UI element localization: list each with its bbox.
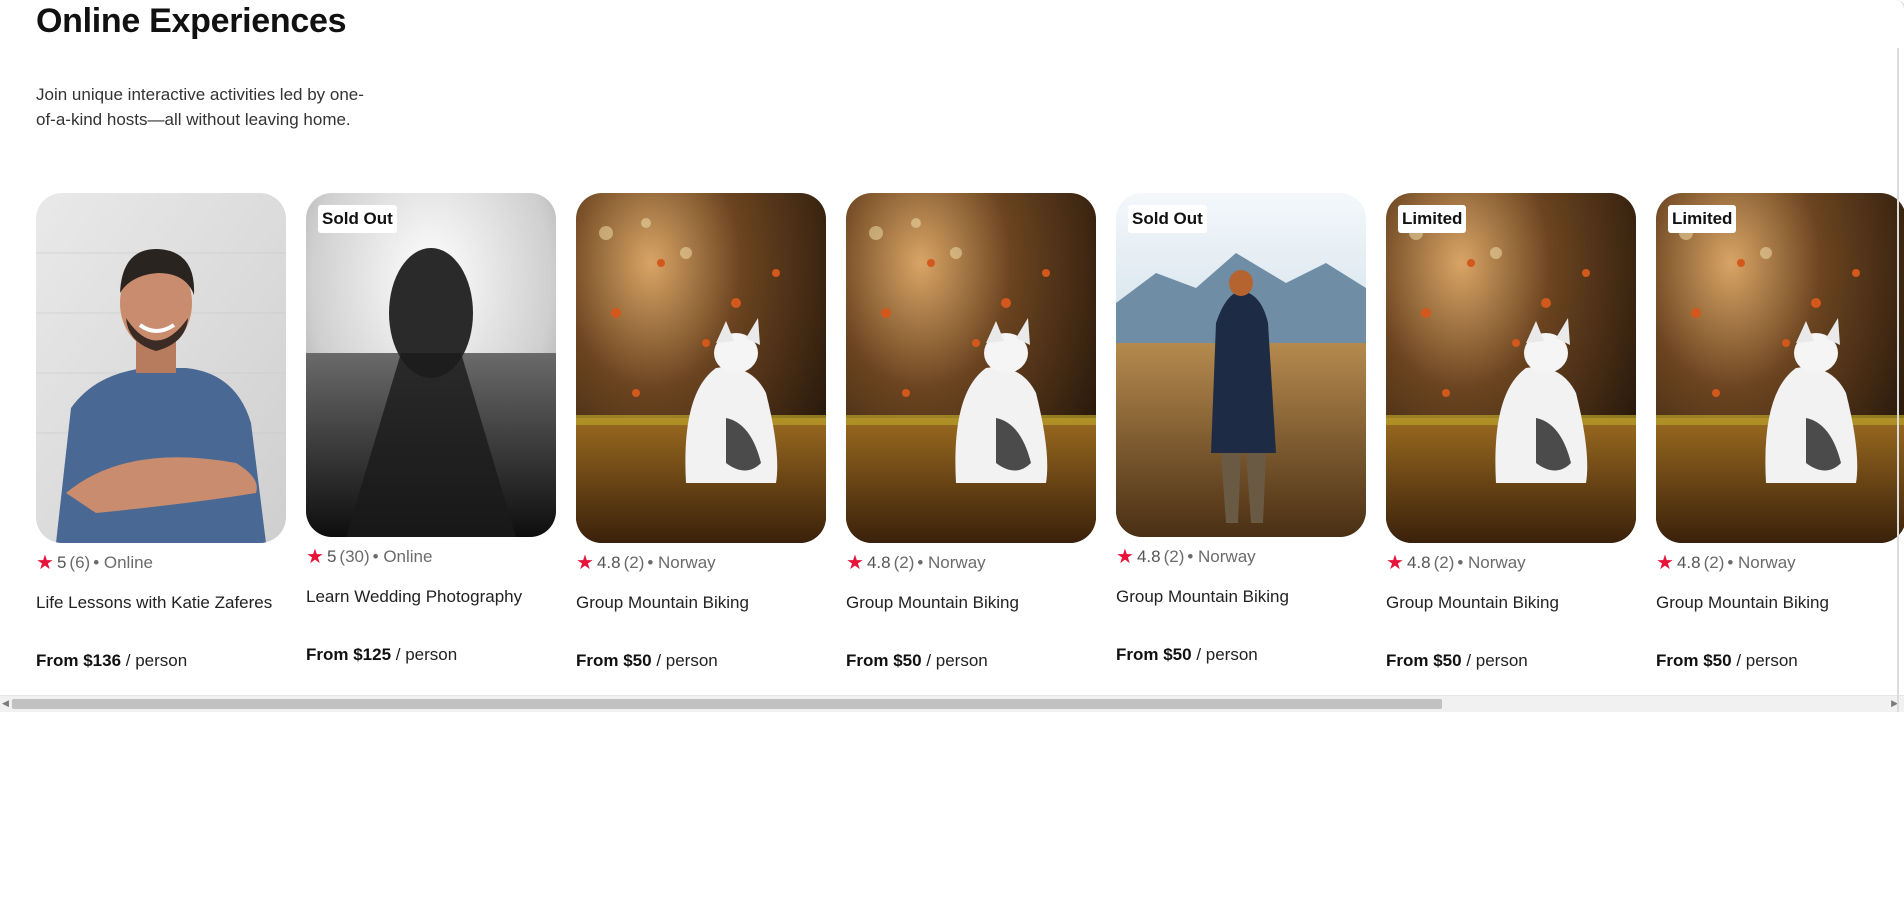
price-line: From $136 / person (36, 651, 286, 671)
experience-title[interactable]: Learn Wedding Photography (306, 587, 556, 627)
experience-title[interactable]: Group Mountain Biking (846, 593, 1096, 633)
card-track: ★ 5 (6) • Online Life Lessons with Katie… (36, 193, 1904, 671)
review-count: (2) (1703, 553, 1725, 572)
star-icon: ★ (1386, 552, 1404, 574)
status-badge: Limited (1668, 205, 1737, 233)
review-count: (2) (1163, 547, 1185, 566)
rating: 4.8 (866, 553, 891, 572)
rating: 4.8 (596, 553, 621, 572)
location: • Online (93, 553, 154, 572)
price-unit: / person (651, 651, 718, 670)
card-meta: ★ 4.8 (2) • Norway (1116, 547, 1366, 567)
price: From $50 (1656, 651, 1732, 670)
price-line: From $50 / person (576, 651, 826, 671)
price: From $50 (846, 651, 922, 670)
price-unit: / person (121, 651, 188, 670)
experience-card[interactable]: ★ 4.8 (2) • Norway Group Mountain Biking… (576, 193, 826, 671)
experience-card[interactable]: Sold Out ★ 4.8 (2) • Norway Group Mounta… (1116, 193, 1366, 671)
location: • Norway (1727, 553, 1796, 572)
experience-card[interactable]: Limited ★ 4.8 (2) • Norway Group Mountai… (1656, 193, 1904, 671)
star-icon: ★ (1116, 546, 1134, 568)
card-meta: ★ 4.8 (2) • Norway (1656, 553, 1904, 573)
puppy-autumn-photo[interactable]: Limited (1386, 193, 1636, 543)
card-meta: ★ 4.8 (2) • Norway (1386, 553, 1636, 573)
price: From $136 (36, 651, 122, 670)
location: • Online (372, 547, 433, 566)
rating: 4.8 (1136, 547, 1161, 566)
scrollbar-track (1897, 48, 1899, 712)
scroll-left-arrow-icon[interactable]: ◀ (2, 698, 9, 709)
experience-title[interactable]: Group Mountain Biking (576, 593, 826, 633)
star-icon: ★ (306, 546, 324, 568)
price-unit: / person (1191, 645, 1258, 664)
bw-tunnel-photo[interactable]: Sold Out (306, 193, 556, 537)
location: • Norway (1187, 547, 1256, 566)
puppy-autumn-photo[interactable] (576, 193, 826, 543)
location: • Norway (917, 553, 986, 572)
price-unit: / person (1461, 651, 1528, 670)
experience-title[interactable]: Group Mountain Biking (1386, 593, 1636, 633)
price-line: From $50 / person (1656, 651, 1904, 671)
rating: 4.8 (1406, 553, 1431, 572)
price: From $50 (576, 651, 652, 670)
experience-card[interactable]: ★ 4.8 (2) • Norway Group Mountain Biking… (846, 193, 1096, 671)
page-title: Online Experiences (36, 2, 347, 40)
experience-card[interactable]: Sold Out ★ 5 (30) • Online Learn Wedding… (306, 193, 556, 671)
status-badge: Sold Out (318, 205, 397, 233)
experience-carousel[interactable]: ★ 5 (6) • Online Life Lessons with Katie… (0, 193, 1904, 713)
price-unit: / person (921, 651, 988, 670)
review-count: (2) (1433, 553, 1455, 572)
location: • Norway (647, 553, 716, 572)
man-smiling-photo[interactable] (36, 193, 286, 543)
star-icon: ★ (36, 552, 54, 574)
card-meta: ★ 4.8 (2) • Norway (576, 553, 826, 573)
card-meta: ★ 5 (6) • Online (36, 553, 286, 573)
experience-title[interactable]: Group Mountain Biking (1656, 593, 1904, 633)
status-badge: Sold Out (1128, 205, 1207, 233)
card-meta: ★ 4.8 (2) • Norway (846, 553, 1096, 573)
price-unit: / person (391, 645, 458, 664)
review-count: (6) (69, 553, 91, 572)
status-badge: Limited (1398, 205, 1467, 233)
price-line: From $50 / person (846, 651, 1096, 671)
star-icon: ★ (846, 552, 864, 574)
price: From $50 (1116, 645, 1192, 664)
rating: 5 (56, 553, 67, 572)
section-description: Join unique interactive activities led b… (36, 85, 364, 129)
scrollbar-edge (1894, 0, 1904, 52)
experience-card[interactable]: ★ 5 (6) • Online Life Lessons with Katie… (36, 193, 286, 671)
puppy-autumn-photo[interactable] (846, 193, 1096, 543)
man-field-photo[interactable]: Sold Out (1116, 193, 1366, 537)
puppy-autumn-photo[interactable]: Limited (1656, 193, 1904, 543)
star-icon: ★ (1656, 552, 1674, 574)
card-meta: ★ 5 (30) • Online (306, 547, 556, 567)
price: From $50 (1386, 651, 1462, 670)
price-line: From $50 / person (1116, 645, 1366, 665)
horizontal-scrollbar[interactable]: ◀ ▶ (0, 695, 1904, 712)
price-line: From $125 / person (306, 645, 556, 665)
rating: 4.8 (1676, 553, 1701, 572)
rating: 5 (326, 547, 337, 566)
review-count: (2) (623, 553, 645, 572)
price-unit: / person (1731, 651, 1798, 670)
price: From $125 (306, 645, 392, 664)
scrollbar-thumb[interactable] (12, 699, 1442, 709)
star-icon: ★ (576, 552, 594, 574)
experience-title[interactable]: Life Lessons with Katie Zaferes (36, 593, 286, 633)
price-line: From $50 / person (1386, 651, 1636, 671)
review-count: (2) (893, 553, 915, 572)
vertical-scrollbar[interactable] (1894, 0, 1904, 712)
experience-title[interactable]: Group Mountain Biking (1116, 587, 1366, 627)
review-count: (30) (339, 547, 370, 566)
location: • Norway (1457, 553, 1526, 572)
experience-card[interactable]: Limited ★ 4.8 (2) • Norway Group Mountai… (1386, 193, 1636, 671)
